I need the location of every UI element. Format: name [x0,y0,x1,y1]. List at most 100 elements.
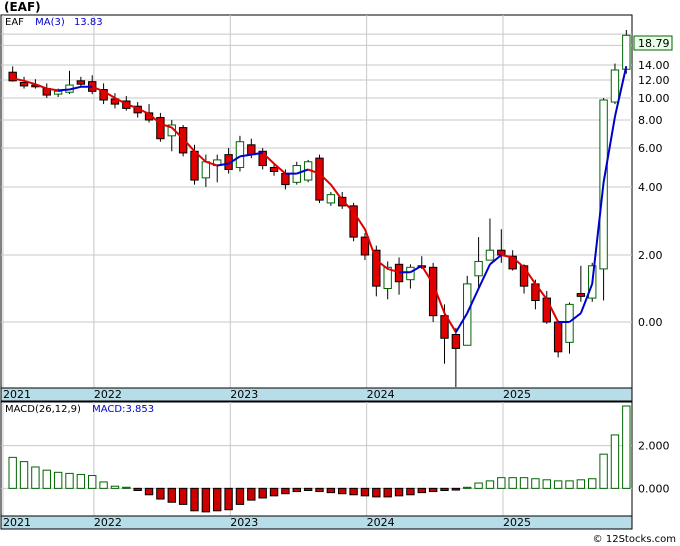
macd-bar [99,481,108,489]
macd-bar [42,469,51,489]
macd-bar [122,486,131,489]
candle-body [576,293,586,297]
macd-bar [417,487,426,494]
price-y-tick-label: 2.00 [638,249,663,262]
candle-body [269,166,279,172]
macd-legend: MACD(26,12,9) MACD:3.853 [5,404,154,415]
macd-bar [394,487,404,497]
macd-bar [31,466,40,489]
candle-body [497,249,506,256]
price-x-tick-label: 2023 [230,388,258,401]
price-y-tick-label: 8.00 [638,114,663,127]
macd-bar [372,487,381,498]
candle-body [235,141,245,168]
candle-body [542,297,551,323]
legend-symbol: EAF [5,17,24,28]
macd-bar [576,479,586,489]
macd-bar [383,487,392,498]
macd-bar [553,480,563,489]
stock-chart: 14.00 12.00 10.00 8.00 6.00 4.00 2.00 0.00 2021… [0,14,673,530]
macd-bar [303,487,313,491]
copyright-footer: © 12Stocks.com [592,534,676,545]
candle-body [610,69,620,103]
macd-bar [463,486,472,489]
macd-bar [610,434,620,489]
macd-x-tick-label: 2023 [230,516,258,529]
macd-bar [360,487,370,497]
price-y-tick-label: 12.00 [638,74,670,87]
macd-bar [247,487,256,501]
price-x-tick-label: 2022 [94,388,122,401]
macd-bar [258,487,267,499]
macd-bar [326,487,336,494]
macd-bar [65,472,74,489]
macd-bar [76,473,86,489]
candle-body [360,236,370,256]
macd-bar [485,480,495,489]
macd-y-axis: 2.000 0.000 [638,440,670,496]
macd-bar [531,478,540,489]
price-legend: EAF MA(3) 13.83 [5,17,103,28]
macd-bar [599,453,608,489]
last-price-tag: 18.79 [633,35,673,51]
macd-bar [213,487,222,512]
candle [463,275,472,346]
macd-bar [53,471,63,489]
macd-bar [519,477,529,489]
macd-bar [156,487,165,500]
macd-bar [133,487,142,491]
macd-bar [349,487,358,496]
macd-bar [474,482,483,489]
candle-body [281,173,290,186]
candle-body [451,333,461,349]
price-panel: 14.00 12.00 10.00 8.00 6.00 4.00 2.00 0.00 2021… [0,14,673,402]
macd-bar [508,477,517,489]
candle [315,154,324,203]
macd-panel: 2.000 0.000 2021 2022 2023 2024 2025 MACD(26,… [0,401,670,530]
macd-y-tick-label: 2.000 [638,440,670,453]
last-price-label: 18.79 [638,37,670,50]
price-y-tick-label: 6.00 [638,142,663,155]
candle-body [19,81,29,87]
macd-x-tick-label: 2022 [94,516,122,529]
macd-bar [178,487,188,505]
macd-bar [428,487,438,493]
macd-bar [167,487,176,503]
macd-bar [451,487,461,491]
candle-body [76,80,86,85]
price-y-axis: 14.00 12.00 10.00 8.00 6.00 4.00 2.00 0.00 [638,59,670,329]
price-x-tick-label: 2025 [503,388,531,401]
macd-bar [622,405,631,489]
macd-bar [110,485,120,489]
candle-body [315,157,324,201]
price-x-tick-label: 2024 [367,388,395,401]
price-y-tick-label: 0.00 [638,316,663,329]
macd-bar [565,480,574,489]
macd-y-tick-label: 0.000 [638,482,670,495]
price-plot-frame [0,14,633,389]
macd-plot-frame [0,401,633,517]
candle-body [485,249,495,261]
candle-body [247,144,256,156]
candle-body [201,161,211,179]
macd-bar [315,487,324,493]
candle-body [406,266,415,281]
macd-bar [497,477,506,489]
macd-x-tick-label: 2025 [503,516,531,529]
macd-x-tick-label: 2021 [3,516,31,529]
macd-bar [281,487,290,495]
price-y-tick-label: 14.00 [638,59,670,72]
candle-body [622,34,631,70]
macd-legend-value: MACD:3.853 [92,404,154,415]
macd-legend-label: MACD(26,12,9) [5,404,81,415]
macd-bar [269,487,279,497]
price-y-tick-label: 10.00 [638,92,670,105]
candle [553,320,563,358]
macd-bar [338,487,347,495]
macd-bar [88,475,97,489]
candle-body [565,303,574,343]
legend-ma-label: MA(3) [35,17,65,28]
candle-body [190,150,199,181]
candle-body [53,90,63,95]
macd-bar [235,487,245,505]
